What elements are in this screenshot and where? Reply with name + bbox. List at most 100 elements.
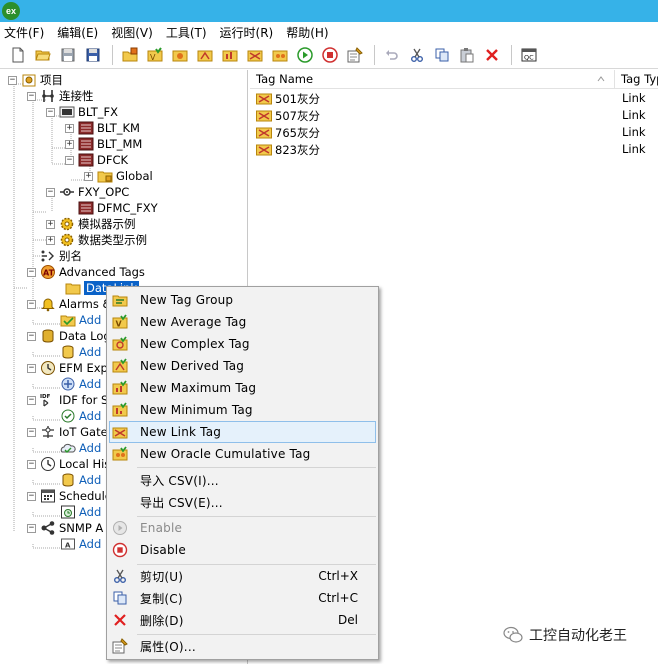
open-folder-icon[interactable]: [35, 47, 51, 63]
menu-view[interactable]: 视图(V): [111, 24, 153, 41]
tree-node-add-scheduler[interactable]: Add: [60, 504, 101, 520]
collapse-icon[interactable]: −: [27, 427, 36, 437]
copy-icon[interactable]: [434, 47, 450, 63]
tree-node-add-idf[interactable]: Add: [60, 408, 101, 424]
tree-node-dfck[interactable]: − DFCK: [65, 152, 128, 168]
paste-icon[interactable]: [459, 47, 475, 63]
tree-node-add-snmp[interactable]: A Add: [60, 536, 101, 552]
tree-node-add-datalog[interactable]: Add: [60, 344, 101, 360]
new-device-icon[interactable]: V: [147, 47, 163, 63]
expand-icon[interactable]: +: [65, 139, 74, 149]
tree-node-label: DFMC_FXY: [97, 201, 158, 215]
cut-icon[interactable]: [409, 47, 425, 63]
undo-icon[interactable]: [384, 47, 400, 63]
bulk-tags-icon[interactable]: [222, 47, 238, 63]
tree-node-add-local-hist[interactable]: Add: [60, 472, 101, 488]
menu-item-copy[interactable]: 复制(C) Ctrl+C: [109, 587, 376, 609]
expand-icon[interactable]: +: [46, 235, 55, 245]
menu-item-properties[interactable]: 属性(O)...: [109, 635, 376, 657]
menu-item-enable[interactable]: Enable: [109, 517, 376, 539]
menu-item-new-link-tag[interactable]: New Link Tag: [109, 421, 376, 443]
menu-tools[interactable]: 工具(T): [166, 24, 207, 41]
collapse-icon[interactable]: −: [27, 299, 36, 309]
expand-icon[interactable]: +: [84, 171, 93, 181]
new-file-icon[interactable]: [10, 47, 26, 63]
column-header-tag-name[interactable]: Tag Name: [250, 70, 614, 89]
tree-node-scheduler[interactable]: − Schedule: [27, 488, 112, 504]
collapse-icon[interactable]: −: [27, 523, 36, 533]
stop-icon[interactable]: [322, 47, 338, 63]
new-channel-icon[interactable]: [122, 47, 138, 63]
tree-node-datalog[interactable]: − Data Log: [27, 328, 111, 344]
collapse-icon[interactable]: −: [8, 75, 17, 85]
tree-node-label: Add: [79, 409, 102, 423]
collapse-icon[interactable]: −: [27, 459, 36, 469]
quick-client-icon[interactable]: QC: [521, 47, 537, 63]
tree-node-efm[interactable]: − EFM Exp: [27, 360, 108, 376]
menu-item-delete[interactable]: 删除(D) Del: [109, 609, 376, 631]
list-row[interactable]: 507灰分 Link: [250, 107, 658, 124]
collapse-icon[interactable]: −: [27, 491, 36, 501]
tree-node-advanced-tags[interactable]: − AT Advanced Tags: [27, 264, 145, 280]
menu-item-new-derived-tag[interactable]: New Derived Tag: [109, 355, 376, 377]
tree-node-alarms[interactable]: − Alarms &: [27, 296, 111, 312]
run-icon[interactable]: [297, 47, 313, 63]
collapse-icon[interactable]: −: [27, 395, 36, 405]
tree-node-add-efm[interactable]: Add: [60, 376, 101, 392]
menu-edit[interactable]: 编辑(E): [57, 24, 98, 41]
tree-node-idf[interactable]: − IDF IDF for S: [27, 392, 108, 408]
menu-item-new-complex-tag[interactable]: New Complex Tag: [109, 333, 376, 355]
collapse-icon[interactable]: −: [27, 363, 36, 373]
menu-runtime[interactable]: 运行时(R): [220, 24, 274, 41]
menu-help[interactable]: 帮助(H): [286, 24, 328, 41]
add-item-icon: [60, 440, 76, 456]
menu-file[interactable]: 文件(F): [4, 24, 44, 41]
menu-item-new-oracle-cumulative-tag[interactable]: New Oracle Cumulative Tag: [109, 443, 376, 465]
new-tag-group-icon[interactable]: [172, 47, 188, 63]
tree-node-fxy-opc[interactable]: − FXY_OPC: [46, 184, 129, 200]
toolbar: V QC: [0, 42, 658, 69]
menu-item-export-csv[interactable]: 导出 CSV(E)...: [109, 491, 376, 513]
collapse-icon[interactable]: −: [27, 331, 36, 341]
column-header-tag-type[interactable]: Tag Typ: [615, 70, 658, 89]
collapse-icon[interactable]: −: [65, 155, 74, 165]
save-icon[interactable]: [60, 47, 76, 63]
tree-node-project[interactable]: − 项目: [8, 72, 63, 88]
tree-node-connectivity[interactable]: − 连接性: [27, 88, 94, 104]
tree-node-global[interactable]: + Global: [84, 168, 153, 184]
new-tag-icon[interactable]: [197, 47, 213, 63]
tree-node-blt-fx[interactable]: − BLT_FX: [46, 104, 118, 120]
menu-item-new-tag-group[interactable]: New Tag Group: [109, 289, 376, 311]
new-link-icon[interactable]: [247, 47, 263, 63]
tree-node-alias[interactable]: 别名: [27, 248, 82, 264]
menu-item-import-csv[interactable]: 导入 CSV(I)...: [109, 469, 376, 491]
tree-node-dfmc-fxy[interactable]: DFMC_FXY: [65, 200, 158, 216]
list-row[interactable]: 823灰分 Link: [250, 141, 658, 158]
tree-node-local-hist[interactable]: − Local His: [27, 456, 110, 472]
tree-node-iot[interactable]: − IoT Gate: [27, 424, 108, 440]
menu-item-new-minimum-tag[interactable]: New Minimum Tag: [109, 399, 376, 421]
collapse-icon[interactable]: −: [27, 91, 36, 101]
collapse-icon[interactable]: −: [46, 107, 55, 117]
tree-node-datatype[interactable]: + 数据类型示例: [46, 232, 147, 248]
copy-tags-icon[interactable]: [272, 47, 288, 63]
tree-node-simulator[interactable]: + 模拟器示例: [46, 216, 136, 232]
menu-item-new-maximum-tag[interactable]: New Maximum Tag: [109, 377, 376, 399]
properties-icon[interactable]: [347, 47, 363, 63]
collapse-icon[interactable]: −: [46, 187, 55, 197]
list-row[interactable]: 765灰分 Link: [250, 124, 658, 141]
tree-node-snmp[interactable]: − SNMP A: [27, 520, 103, 536]
tree-node-add-iot[interactable]: Add: [60, 440, 101, 456]
menu-item-disable[interactable]: Disable: [109, 539, 376, 561]
expand-icon[interactable]: +: [46, 219, 55, 229]
list-row[interactable]: 501灰分 Link: [250, 90, 658, 107]
menu-item-cut[interactable]: 剪切(U) Ctrl+X: [109, 565, 376, 587]
tree-node-blt-mm[interactable]: + BLT_MM: [65, 136, 142, 152]
tree-node-add-alarms[interactable]: Add: [60, 312, 101, 328]
tree-node-blt-km[interactable]: + BLT_KM: [65, 120, 140, 136]
collapse-icon[interactable]: −: [27, 267, 36, 277]
menu-item-new-average-tag[interactable]: V New Average Tag: [109, 311, 376, 333]
expand-icon[interactable]: +: [65, 123, 74, 133]
save-all-icon[interactable]: [85, 47, 101, 63]
delete-icon[interactable]: [484, 47, 500, 63]
